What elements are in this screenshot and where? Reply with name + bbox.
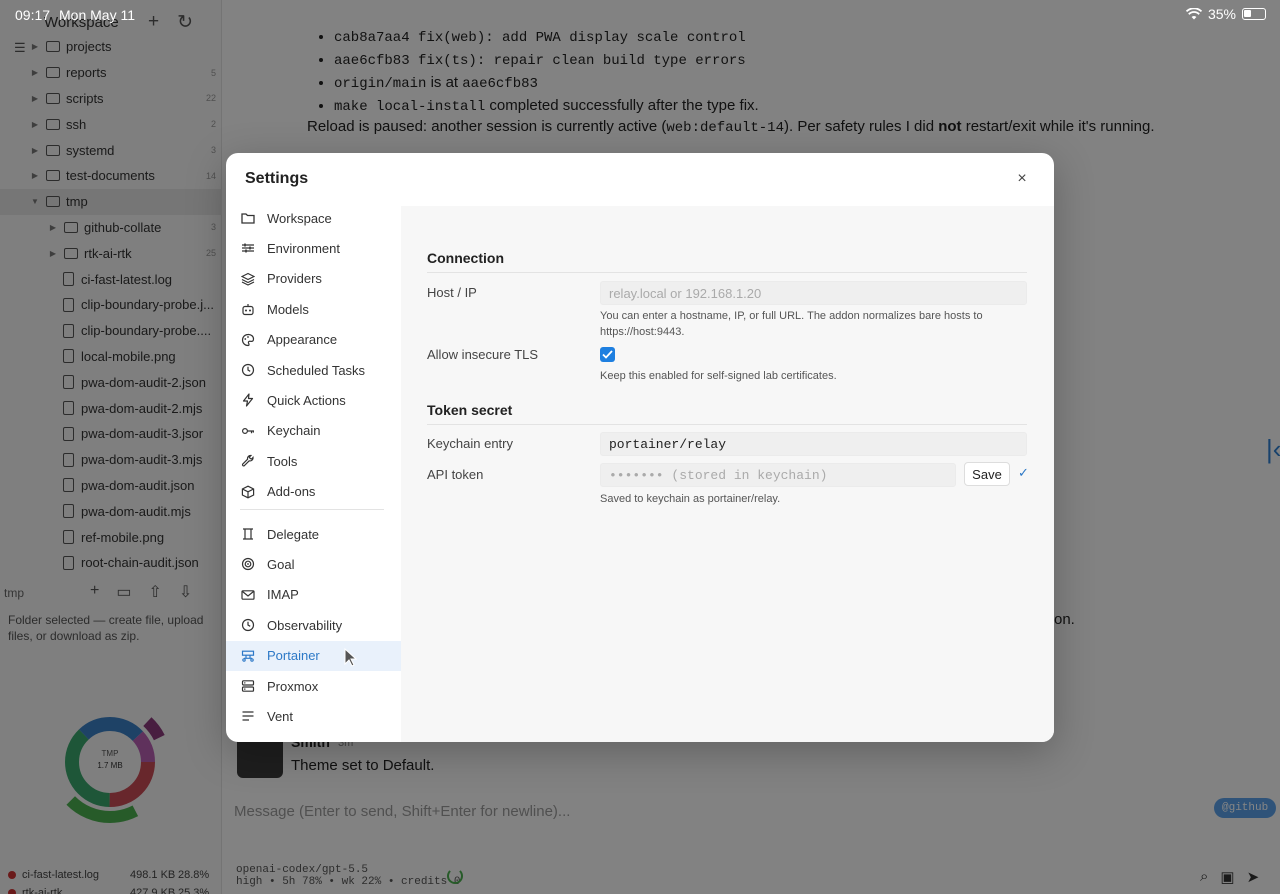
token-help: Saved to keychain as portainer/relay. — [600, 493, 781, 505]
clock-icon — [241, 363, 255, 377]
nav-item-label: Scheduled Tasks — [267, 362, 366, 378]
saved-check-icon: ✓ — [1018, 465, 1029, 480]
close-button[interactable]: × — [1012, 169, 1032, 189]
sliders-icon — [241, 241, 255, 255]
nav-item-label: Proxmox — [267, 678, 319, 694]
settings-content: Connection Host / IP You can enter a hos… — [401, 206, 1054, 742]
nav-item-goal[interactable]: Goal — [226, 549, 401, 579]
status-bar: 09:17 Mon May 11 35% — [0, 0, 1280, 30]
insecure-tls-checkbox[interactable] — [600, 347, 615, 362]
nav-item-label: Delegate — [267, 526, 320, 542]
section-title-token: Token secret — [427, 402, 513, 418]
status-date: Mon May 11 — [59, 7, 135, 23]
nav-item-appearance[interactable]: Appearance — [226, 325, 401, 355]
nav-item-label: Models — [267, 301, 309, 317]
pointer-cursor-icon — [344, 648, 358, 667]
wrench-icon — [241, 454, 255, 468]
package-icon — [241, 485, 255, 499]
nav-item-label: Vent — [267, 708, 294, 724]
nav-item-keychain[interactable]: Keychain — [226, 416, 401, 446]
keychain-entry-label: Keychain entry — [427, 436, 513, 451]
tls-label: Allow insecure TLS — [427, 347, 539, 362]
portainer-icon — [241, 649, 255, 663]
nav-item-label: Tools — [267, 453, 298, 469]
modal-title: Settings — [245, 170, 309, 187]
api-token-label: API token — [427, 467, 484, 482]
tls-help: Keep this enabled for self-signed lab ce… — [600, 370, 837, 382]
host-help: You can enter a hostname, IP, or full UR… — [600, 310, 983, 338]
nav-divider — [240, 509, 384, 510]
nav-item-add-ons[interactable]: Add-ons — [226, 477, 401, 507]
nav-item-tools[interactable]: Tools — [226, 446, 401, 476]
nav-item-workspace[interactable]: Workspace — [226, 203, 401, 233]
nav-item-delegate[interactable]: Delegate — [226, 519, 401, 549]
save-button[interactable]: Save — [964, 462, 1010, 486]
status-right: 35% — [1185, 6, 1266, 22]
nav-item-label: Workspace — [267, 210, 332, 226]
lines-icon — [241, 709, 255, 723]
settings-modal: Settings × Workspace Environment Providers… — [226, 153, 1054, 742]
nav-item-label: Add-ons — [267, 484, 316, 500]
status-time: 09:17 — [15, 7, 51, 23]
delegate-icon — [241, 527, 255, 541]
robot-icon — [241, 302, 255, 316]
server-icon — [241, 679, 255, 693]
nav-item-observability[interactable]: Observability — [226, 610, 401, 640]
nav-item-label: Goal — [267, 556, 295, 572]
clock-icon — [241, 618, 255, 632]
keychain-entry-input[interactable] — [600, 432, 1027, 456]
folder-icon — [241, 211, 255, 225]
nav-item-proxmox[interactable]: Proxmox — [226, 671, 401, 701]
key-icon — [241, 424, 255, 438]
check-icon — [602, 350, 613, 359]
host-label: Host / IP — [427, 285, 477, 300]
nav-item-imap[interactable]: IMAP — [226, 580, 401, 610]
section-divider — [427, 272, 1027, 273]
nav-item-portainer[interactable]: Portainer — [226, 640, 401, 671]
wifi-icon — [1185, 8, 1202, 20]
nav-item-scheduled-tasks[interactable]: Scheduled Tasks — [226, 355, 401, 385]
nav-item-label: Appearance — [267, 332, 338, 348]
palette-icon — [241, 333, 255, 347]
layers-icon — [241, 272, 255, 286]
battery-percent: 35% — [1207, 6, 1236, 22]
nav-item-vent[interactable]: Vent — [226, 701, 401, 731]
mail-icon — [241, 588, 255, 602]
nav-item-providers[interactable]: Providers — [226, 264, 401, 294]
bolt-icon — [241, 393, 255, 407]
nav-item-label: Observability — [267, 617, 343, 633]
nav-item-models[interactable]: Models — [226, 294, 401, 324]
section-divider — [427, 424, 1027, 425]
settings-nav: Workspace Environment Providers Models Appea… — [226, 203, 401, 742]
api-token-input[interactable] — [600, 463, 956, 487]
nav-item-label: Keychain — [267, 423, 321, 439]
nav-item-label: Providers — [267, 271, 322, 287]
host-input[interactable] — [600, 281, 1027, 305]
battery-icon — [1242, 8, 1266, 20]
nav-item-label: IMAP — [267, 587, 299, 603]
section-title-connection: Connection — [427, 250, 504, 266]
nav-item-quick-actions[interactable]: Quick Actions — [226, 385, 401, 415]
nav-item-label: Quick Actions — [267, 392, 346, 408]
nav-item-label: Environment — [267, 240, 340, 256]
nav-item-environment[interactable]: Environment — [226, 233, 401, 263]
nav-item-label: Portainer — [267, 648, 320, 664]
target-icon — [241, 557, 255, 571]
